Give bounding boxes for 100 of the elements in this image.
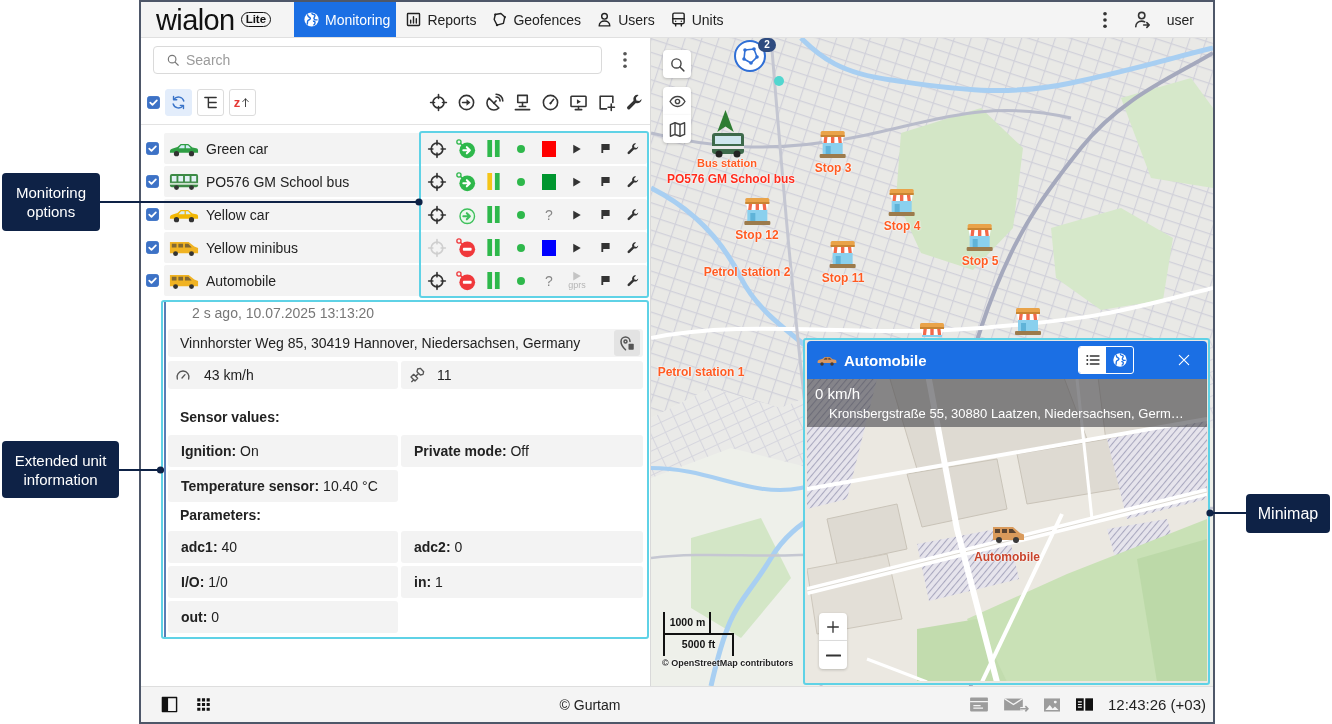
unit-name: Yellow car	[206, 206, 270, 223]
add-square-icon[interactable]	[596, 92, 616, 112]
bus-icon	[669, 11, 687, 28]
sidebar-icon[interactable]	[161, 696, 178, 713]
unit-row[interactable]: Yellow minibus	[164, 232, 647, 263]
arrow-circle-icon[interactable]	[456, 92, 476, 112]
unit-map-label: PO576 GM School bus	[667, 172, 795, 186]
play-icon[interactable]	[572, 143, 582, 154]
tree-view-button[interactable]	[197, 88, 224, 116]
shop-icon[interactable]	[965, 223, 995, 253]
sensor-status-text: ?	[545, 206, 553, 223]
globe-icon	[1111, 352, 1128, 368]
nav-tab[interactable]: Reports	[396, 2, 483, 37]
crosshair-icon[interactable]	[427, 204, 447, 225]
play-icon[interactable]	[572, 242, 582, 253]
flag-icon[interactable]	[599, 242, 611, 253]
wrench-icon[interactable]	[626, 273, 640, 288]
checkbox[interactable]	[146, 175, 159, 188]
layers-button[interactable]	[663, 115, 691, 143]
search-button[interactable]	[663, 50, 691, 78]
flag-icon[interactable]	[599, 275, 611, 286]
visibility-button[interactable]	[663, 87, 691, 115]
zoom-in-button[interactable]	[819, 613, 847, 641]
crosshair-icon[interactable]	[427, 270, 447, 291]
nav-tab[interactable]: Geofences	[482, 2, 588, 37]
checkbox[interactable]	[146, 241, 159, 254]
unit-name: Yellow minibus	[206, 239, 299, 256]
grid-icon[interactable]	[196, 697, 211, 712]
sensor-status-text: ?	[545, 272, 553, 289]
crosshair-icon[interactable]	[428, 92, 448, 112]
speedometer-icon[interactable]	[540, 92, 560, 112]
unit-row[interactable]: PO576 GM School bus	[164, 166, 647, 197]
polygon-icon	[491, 11, 509, 28]
computer-icon[interactable]	[512, 92, 532, 112]
geofence-label: Stop 12	[735, 228, 779, 242]
user-menu-button[interactable]: user	[1132, 10, 1194, 29]
map-point-icon	[774, 76, 784, 86]
address-text: Kronsbergstraße 55, 30880 Laatzen, Niedersachsen, Germ…	[829, 405, 1184, 423]
geofence-label: Stop 5	[961, 254, 999, 268]
search-icon	[668, 55, 686, 73]
crosshair-icon[interactable]	[427, 138, 447, 159]
user-icon	[1132, 10, 1152, 29]
play-icon[interactable]	[572, 209, 582, 220]
parameter-cell: in: 1	[401, 566, 643, 598]
checkbox[interactable]	[146, 274, 159, 287]
copyright-text: © Gurtam	[559, 696, 621, 713]
monitor-play-icon[interactable]	[568, 92, 588, 112]
sort-button[interactable]: z	[229, 88, 256, 116]
unit-row[interactable]: Green car	[164, 133, 647, 164]
flag-icon[interactable]	[599, 143, 611, 154]
minus-icon	[825, 653, 841, 657]
geofence-label: Bus station	[697, 157, 757, 170]
wrench-icon[interactable]	[626, 141, 640, 156]
callout-label: Minimap	[1246, 494, 1330, 533]
sensor-cell: Temperature sensor: 10.40 °C	[168, 470, 398, 502]
satellite-icon[interactable]	[484, 92, 504, 112]
shop-icon[interactable]	[1013, 307, 1043, 337]
shop-icon[interactable]	[828, 240, 858, 270]
shop-icon[interactable]	[887, 188, 917, 218]
nav-tab[interactable]: Users	[587, 2, 661, 37]
geofence-label: Petrol station 1	[657, 365, 745, 379]
logo-text: wialon	[156, 4, 235, 35]
parameter-cell: adc1: 40	[168, 531, 398, 563]
search-field[interactable]: Search	[153, 46, 602, 74]
nav-tab[interactable]: Monitoring	[294, 2, 397, 37]
columns-icon[interactable]	[1075, 696, 1094, 713]
parameter-cell: out: 0	[168, 601, 398, 633]
geofence-label: Petrol station 2	[703, 265, 791, 279]
close-button[interactable]	[1177, 353, 1191, 367]
bar-chart-icon	[405, 11, 423, 28]
list-view-button[interactable]	[1079, 347, 1106, 373]
geofence-group-icon[interactable]	[734, 40, 766, 72]
bus-icon[interactable]	[709, 132, 747, 158]
leader-line	[1206, 509, 1246, 517]
clock-time: 12:43:26 (+03)	[1108, 696, 1206, 713]
wrench-icon[interactable]	[624, 92, 644, 112]
checkbox[interactable]	[146, 208, 159, 221]
refresh-button[interactable]	[165, 88, 192, 116]
wrench-icon[interactable]	[626, 174, 640, 189]
speedometer-icon	[175, 367, 191, 383]
play-icon[interactable]	[572, 176, 582, 187]
wrench-icon[interactable]	[626, 240, 640, 255]
unit-row[interactable]: Yellow car ?	[164, 199, 647, 230]
callout-label: Monitoring options	[2, 173, 100, 231]
checkbox[interactable]	[147, 95, 160, 109]
flag-icon[interactable]	[599, 209, 611, 220]
unit-name: PO576 GM School bus	[206, 173, 350, 190]
pin-lock-icon[interactable]	[614, 330, 640, 356]
count-badge: 2	[758, 38, 776, 52]
crosshair-icon[interactable]	[427, 171, 447, 192]
shop-icon[interactable]	[818, 130, 848, 160]
flag-icon[interactable]	[599, 176, 611, 187]
nav-tab[interactable]: Units	[660, 2, 730, 37]
checkbox[interactable]	[146, 142, 159, 155]
arrow-up-icon	[240, 95, 252, 109]
scale-label: 1000 m	[668, 616, 707, 629]
shop-icon[interactable]	[742, 197, 772, 227]
zoom-out-button[interactable]	[819, 641, 847, 669]
geofence-label: Stop 11	[821, 271, 865, 285]
wrench-icon[interactable]	[626, 207, 640, 222]
